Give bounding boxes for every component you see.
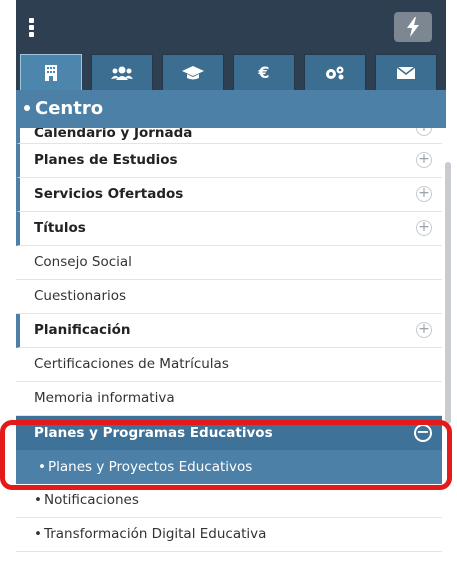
tab-personal[interactable] — [91, 54, 153, 90]
tab-comunicaciones[interactable] — [375, 54, 437, 90]
scrollbar-thumb[interactable] — [445, 162, 451, 424]
top-bar — [16, 0, 446, 48]
submenu-item[interactable]: • Transformación Digital Educativa — [16, 518, 442, 552]
menu-item-label: Planificación — [34, 322, 131, 338]
bullet-icon: • — [34, 492, 42, 508]
submenu-item-label: Notificaciones — [43, 492, 139, 508]
menu-item-label: Títulos — [34, 220, 86, 236]
menu-item-label: Cuestionarios — [34, 288, 127, 304]
menu-item[interactable]: Servicios Ofertados + — [16, 178, 442, 212]
expand-plus-icon[interactable]: + — [416, 128, 432, 136]
bullet-icon: • — [38, 459, 46, 475]
menu-item-label: Consejo Social — [34, 254, 132, 270]
menu-item[interactable]: Calendario y Jornada + — [16, 128, 442, 144]
bullet-icon: • — [34, 526, 42, 542]
submenu-item-label: Transformación Digital Educativa — [43, 526, 267, 542]
side-menu: Calendario y Jornada + Planes de Estudio… — [16, 128, 442, 552]
expand-plus-icon[interactable]: + — [416, 186, 432, 202]
menu-item-label: Planes de Estudios — [34, 152, 178, 168]
expand-plus-icon[interactable]: + — [416, 152, 432, 168]
section-header: Centro — [16, 90, 446, 128]
menu-item[interactable]: Consejo Social — [16, 246, 442, 280]
menu-item-label: Certificaciones de Matrículas — [34, 356, 229, 372]
submenu-item[interactable]: • Notificaciones — [16, 484, 442, 518]
euro-icon: € — [258, 63, 270, 82]
expand-plus-icon[interactable]: + — [416, 220, 432, 236]
tab-centro[interactable] — [20, 54, 82, 90]
kebab-menu-icon[interactable] — [28, 18, 36, 38]
collapse-minus-icon[interactable]: − — [414, 424, 432, 442]
menu-item[interactable]: Títulos + — [16, 212, 442, 246]
module-tabs: € — [16, 48, 446, 90]
users-icon — [111, 66, 133, 80]
graduation-cap-icon — [182, 65, 204, 79]
bolt-button[interactable] — [394, 12, 432, 42]
envelope-icon — [397, 66, 415, 79]
tab-utilidades[interactable] — [304, 54, 366, 90]
expand-plus-icon[interactable]: + — [416, 322, 432, 338]
bullet-icon — [24, 104, 30, 111]
gears-icon — [326, 66, 344, 79]
menu-item[interactable]: Planificación + — [16, 314, 442, 348]
tab-alumnado[interactable] — [162, 54, 224, 90]
menu-group-label: Planes y Programas Educativos — [34, 425, 273, 441]
menu-item[interactable]: Cuestionarios — [16, 280, 442, 314]
submenu-item-label: Planes y Proyectos Educativos — [47, 459, 253, 475]
section-title: Centro — [35, 98, 104, 119]
app-frame: € Centro Calendario y Jornada + Planes d… — [16, 0, 451, 566]
building-icon — [45, 64, 57, 81]
menu-item[interactable]: Memoria informativa — [16, 382, 442, 416]
menu-item-label: Memoria informativa — [34, 390, 175, 406]
menu-item-label: Calendario y Jornada — [34, 128, 193, 141]
bolt-icon — [407, 17, 419, 37]
menu-item[interactable]: Planes de Estudios + — [16, 144, 442, 178]
submenu-item-selected[interactable]: • Planes y Proyectos Educativos — [16, 450, 442, 484]
menu-item-label: Servicios Ofertados — [34, 186, 184, 202]
tab-gestion-economica[interactable]: € — [233, 54, 295, 90]
menu-group-planes-programas[interactable]: Planes y Programas Educativos − — [16, 416, 442, 450]
menu-item[interactable]: Certificaciones de Matrículas — [16, 348, 442, 382]
